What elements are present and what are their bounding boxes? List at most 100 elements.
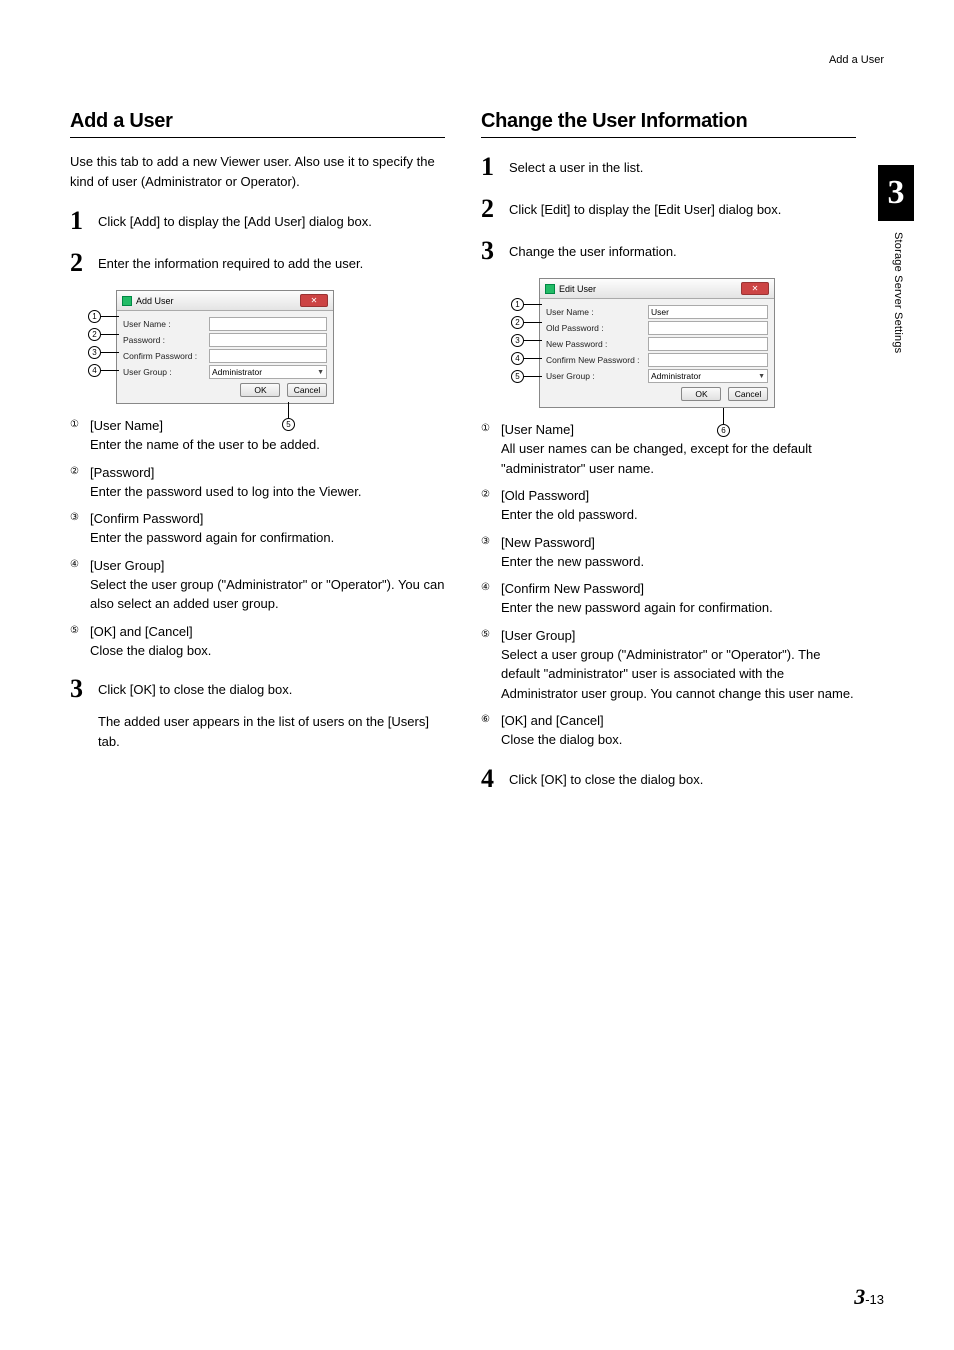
chevron-down-icon: ▼ — [758, 373, 765, 380]
callout-3: 3 — [511, 334, 524, 347]
dialog-title: Edit User — [559, 284, 596, 294]
def-title: [Password] — [90, 465, 445, 480]
step-text: Enter the information required to add th… — [98, 250, 363, 276]
chevron-down-icon: ▼ — [317, 369, 324, 376]
right-step-4: 4 Click [OK] to close the dialog box. — [481, 766, 856, 792]
app-icon — [545, 284, 555, 294]
page-footer: 3-13 — [854, 1284, 884, 1310]
left-definitions: ①[User Name]Enter the name of the user t… — [70, 418, 445, 660]
def-desc: Enter the old password. — [501, 505, 856, 525]
right-step-3: 3 Change the user information. — [481, 238, 856, 264]
left-intro: Use this tab to add a new Viewer user. A… — [70, 152, 445, 192]
left-step-1: 1 Click [Add] to display the [Add User] … — [70, 208, 445, 234]
cancel-button[interactable]: Cancel — [287, 383, 327, 397]
close-icon[interactable]: ✕ — [741, 282, 769, 295]
def-desc: Enter the new password. — [501, 552, 856, 572]
left-step-3-after: The added user appears in the list of us… — [98, 712, 445, 752]
callout-5: 5 — [511, 370, 524, 383]
def-title: [Confirm Password] — [90, 511, 445, 526]
def-title: [User Name] — [90, 418, 445, 433]
def-desc: Enter the password used to log into the … — [90, 482, 445, 502]
callout-1: 1 — [88, 310, 101, 323]
def-desc: Close the dialog box. — [501, 730, 856, 750]
cancel-button[interactable]: Cancel — [728, 387, 768, 401]
app-icon — [122, 296, 132, 306]
step-text: Click [OK] to close the dialog box. — [98, 676, 292, 702]
callout-2: 2 — [88, 328, 101, 341]
step-text: Select a user in the list. — [509, 154, 643, 180]
new-password-input[interactable] — [648, 337, 768, 351]
def-title: [User Group] — [501, 628, 856, 643]
confirm-new-password-input[interactable] — [648, 353, 768, 367]
usergroup-select[interactable]: Administrator▼ — [209, 365, 327, 379]
step-number: 2 — [70, 250, 88, 276]
step-number: 1 — [70, 208, 88, 234]
def-desc: Enter the password again for confirmatio… — [90, 528, 445, 548]
confirm-password-input[interactable] — [209, 349, 327, 363]
left-column: Add a User Use this tab to add a new Vie… — [70, 110, 445, 800]
def-desc: Close the dialog box. — [90, 641, 445, 661]
usergroup-select[interactable]: Administrator▼ — [648, 369, 768, 383]
step-number: 1 — [481, 154, 499, 180]
password-label: Password : — [123, 335, 209, 345]
callout-4: 4 — [88, 364, 101, 377]
username-label: User Name : — [546, 307, 648, 317]
dialog-title: Add User — [136, 296, 174, 306]
add-user-dialog-figure: 1 2 3 4 Add User ✕ User Name : Password … — [88, 290, 445, 404]
callout-4: 4 — [511, 352, 524, 365]
usergroup-label: User Group : — [546, 371, 648, 381]
left-step-3: 3 Click [OK] to close the dialog box. — [70, 676, 445, 702]
def-desc: Enter the new password again for confirm… — [501, 598, 856, 618]
footer-page: 13 — [870, 1292, 884, 1307]
def-title: [OK] and [Cancel] — [501, 713, 856, 728]
step-number: 4 — [481, 766, 499, 792]
callout-6: 6 — [717, 424, 730, 437]
ok-button[interactable]: OK — [240, 383, 280, 397]
def-title: [New Password] — [501, 535, 856, 550]
right-step-2: 2 Click [Edit] to display the [Edit User… — [481, 196, 856, 222]
edit-user-dialog: Edit User ✕ User Name :User Old Password… — [539, 278, 775, 408]
chapter-tab: 3 — [878, 165, 914, 221]
def-title: [User Group] — [90, 558, 445, 573]
left-step-2: 2 Enter the information required to add … — [70, 250, 445, 276]
dialog-titlebar: Add User ✕ — [117, 291, 333, 311]
left-heading: Add a User — [70, 110, 445, 138]
usergroup-label: User Group : — [123, 367, 209, 377]
edit-user-dialog-figure: 1 2 3 4 5 Edit User ✕ User Name :User Ol… — [511, 278, 856, 408]
right-column: Change the User Information 1 Select a u… — [481, 110, 856, 800]
footer-chapter: 3 — [854, 1284, 865, 1309]
def-desc: All user names can be changed, except fo… — [501, 439, 856, 478]
username-input[interactable] — [209, 317, 327, 331]
password-input[interactable] — [209, 333, 327, 347]
username-input[interactable]: User — [648, 305, 768, 319]
def-title: [OK] and [Cancel] — [90, 624, 445, 639]
def-desc: Enter the name of the user to be added. — [90, 435, 445, 455]
step-number: 2 — [481, 196, 499, 222]
step-text: Click [Edit] to display the [Edit User] … — [509, 196, 781, 222]
step-text: Change the user information. — [509, 238, 677, 264]
breadcrumb: Add a User — [829, 54, 884, 66]
callout-2: 2 — [511, 316, 524, 329]
right-definitions: ①[User Name]All user names can be change… — [481, 422, 856, 750]
right-heading: Change the User Information — [481, 110, 856, 138]
side-section-label: Storage Server Settings — [892, 232, 904, 353]
old-password-input[interactable] — [648, 321, 768, 335]
callout-3: 3 — [88, 346, 101, 359]
new-password-label: New Password : — [546, 339, 648, 349]
callout-1: 1 — [511, 298, 524, 311]
def-title: [User Name] — [501, 422, 856, 437]
dialog-titlebar: Edit User ✕ — [540, 279, 774, 299]
step-number: 3 — [481, 238, 499, 264]
step-text: Click [OK] to close the dialog box. — [509, 766, 703, 792]
step-text: Click [Add] to display the [Add User] di… — [98, 208, 372, 234]
old-password-label: Old Password : — [546, 323, 648, 333]
close-icon[interactable]: ✕ — [300, 294, 328, 307]
def-desc: Select a user group ("Administrator" or … — [501, 645, 856, 704]
def-desc: Select the user group ("Administrator" o… — [90, 575, 445, 614]
step-number: 3 — [70, 676, 88, 702]
def-title: [Old Password] — [501, 488, 856, 503]
right-step-1: 1 Select a user in the list. — [481, 154, 856, 180]
confirm-password-label: Confirm Password : — [123, 351, 209, 361]
ok-button[interactable]: OK — [681, 387, 721, 401]
add-user-dialog: Add User ✕ User Name : Password : Confir… — [116, 290, 334, 404]
